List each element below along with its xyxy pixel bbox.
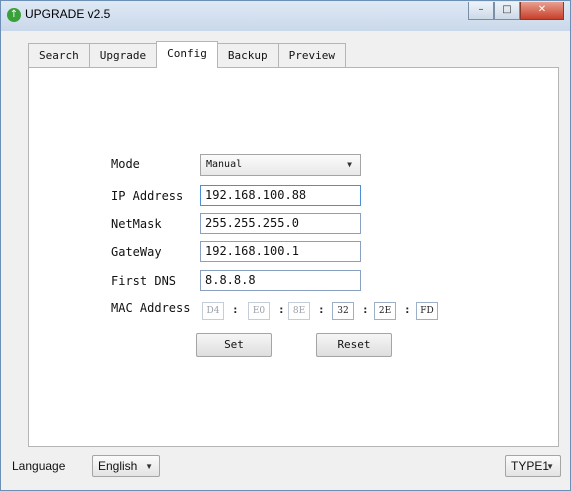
netmask-label: NetMask	[111, 217, 162, 231]
netmask-field[interactable]: 255.255.255.0	[200, 213, 361, 234]
mac-octet-4[interactable]: 32	[332, 302, 354, 320]
window-title: UPGRADE v2.5	[25, 7, 111, 21]
mac-separator: :	[232, 303, 239, 316]
mac-octet-6[interactable]: FD	[416, 302, 438, 320]
title-bar[interactable]: ↑ UPGRADE v2.5 – □ ✕	[1, 1, 570, 31]
first-dns-field[interactable]: 8.8.8.8	[200, 270, 361, 291]
language-select[interactable]: English ▼	[92, 455, 160, 477]
mode-select-value: Manual	[206, 159, 243, 170]
mac-octet-1: D4	[202, 302, 224, 320]
mac-separator: :	[362, 303, 369, 316]
mode-label: Mode	[111, 157, 140, 171]
tab-search[interactable]: Search	[28, 43, 90, 67]
gateway-label: GateWay	[111, 245, 162, 259]
chevron-down-icon: ▼	[546, 462, 554, 471]
mac-octet-2: E0	[248, 302, 270, 320]
mode-select[interactable]: Manual ▼	[200, 154, 361, 176]
mac-separator: :	[404, 303, 411, 316]
close-icon[interactable]: ✕	[520, 2, 564, 20]
type-select-value: TYPE1	[511, 459, 550, 473]
type-select[interactable]: TYPE1 ▼	[505, 455, 561, 477]
minimize-icon[interactable]: –	[468, 2, 494, 20]
mac-separator: :	[318, 303, 325, 316]
set-button[interactable]: Set	[196, 333, 272, 357]
mac-separator: :	[278, 303, 285, 316]
first-dns-label: First DNS	[111, 274, 177, 288]
chevron-down-icon: ▼	[347, 160, 352, 169]
tab-bar: Search Upgrade Config Backup Preview	[28, 41, 346, 68]
tab-preview[interactable]: Preview	[277, 43, 346, 67]
tab-config[interactable]: Config	[156, 41, 218, 68]
mac-octet-3: 8E	[288, 302, 310, 320]
app-upgrade-icon: ↑	[7, 8, 21, 22]
chevron-down-icon: ▼	[145, 462, 153, 471]
maximize-icon[interactable]: □	[494, 2, 520, 20]
ip-address-label: IP Address	[111, 189, 184, 203]
reset-button[interactable]: Reset	[316, 333, 392, 357]
ip-address-field[interactable]: 192.168.100.88	[200, 185, 361, 206]
window-controls: – □ ✕	[468, 2, 564, 20]
language-label: Language	[12, 459, 66, 473]
tab-backup[interactable]: Backup	[216, 43, 279, 67]
mac-address-label: MAC Address	[111, 301, 191, 315]
language-select-value: English	[98, 459, 138, 473]
gateway-field[interactable]: 192.168.100.1	[200, 241, 361, 262]
mac-octet-5[interactable]: 2E	[374, 302, 396, 320]
tab-upgrade[interactable]: Upgrade	[88, 43, 158, 67]
